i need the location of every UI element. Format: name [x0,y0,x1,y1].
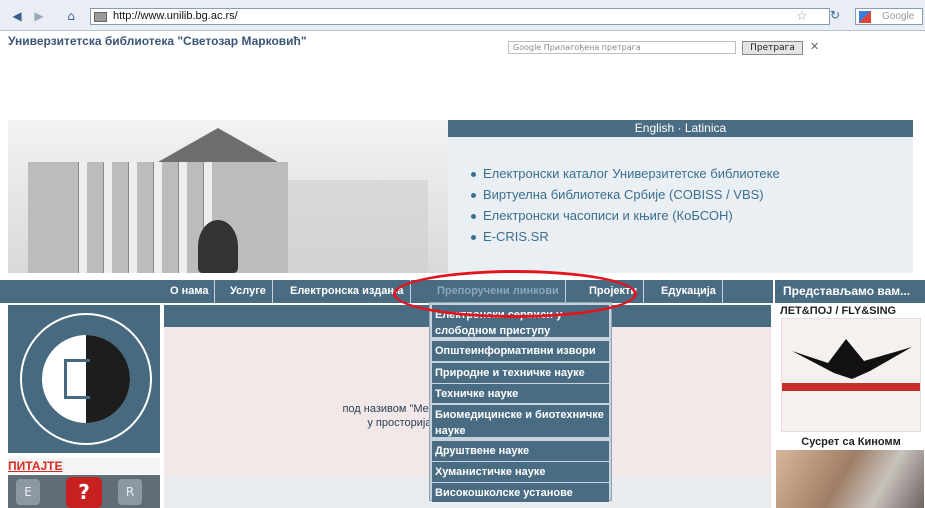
site-title: Универзитетска библиотека "Светозар Марк… [8,34,307,48]
event-poster-image[interactable] [781,318,921,432]
poster-title: ЛЕТ&ПОЈ / FLY&SING [780,305,897,317]
menu-item-social-sciences[interactable]: Друштвене науке [432,441,609,461]
nav-about[interactable]: О нама [170,280,216,303]
back-icon[interactable]: ◀ [8,8,26,24]
reload-icon[interactable]: ↻ [830,9,840,22]
quick-links-panel: English · Latinica Електронски каталог У… [448,120,913,273]
google-icon [859,11,871,23]
address-bar[interactable]: http://www.unilib.bg.ac.rs/ [90,8,830,25]
link-cobiss[interactable]: Виртуелна библиотека Србије (COBISS / VB… [471,184,913,205]
bookmark-star-icon[interactable]: ☆ [796,10,808,23]
recommended-links-menu: Електронски сервиси у слободном приступу… [429,302,612,502]
menu-item-biomedical[interactable]: Биомедицинске и биотехничке науке [432,405,609,437]
featured-heading: Представљамо вам... [773,280,925,303]
link-kobson[interactable]: Електронски часописи и књиге (КоБСОН) [471,205,913,226]
ask-librarian-banner[interactable]: Е ? R [8,475,160,508]
site-search-button[interactable]: Претрага [742,41,803,55]
bullet-icon [471,235,476,241]
question-mark-icon: ? [66,477,102,508]
nav-services[interactable]: Услуге [230,280,273,303]
key-right: R [118,479,142,505]
browser-search-placeholder: Google [882,11,915,22]
browser-toolbar: ◀ ▶ ⌂ http://www.unilib.bg.ac.rs/ ☆ ↻ Go… [0,0,925,31]
menu-item-natural-sciences[interactable]: Природне и техничке науке [432,363,609,383]
bullet-icon [471,172,476,178]
favicon-icon [94,12,107,22]
url-text: http://www.unilib.bg.ac.rs/ [113,10,238,22]
main-nav: О нама Услуге Електронска издања Препору… [0,280,773,303]
nav-education[interactable]: Едукација [661,280,723,303]
menu-item-technical-sciences[interactable]: Техничке науке [432,384,609,403]
menu-item-general-info[interactable]: Општеинформативни извори [432,341,609,361]
highlight-annotation [393,270,637,318]
menu-item-humanities[interactable]: Хуманистичке науке [432,462,609,482]
library-building-image [8,120,448,273]
clear-search-icon[interactable]: ✕ [810,40,819,54]
forward-icon[interactable]: ▶ [30,8,48,24]
home-icon[interactable]: ⌂ [62,8,80,24]
ask-librarian-link[interactable]: ПИТАЈТЕ БИБЛИОТЕКАРА [8,458,160,489]
language-switch[interactable]: English · Latinica [448,120,913,137]
link-catalog[interactable]: Електронски каталог Универзитетске библи… [471,163,913,184]
menu-item-universities[interactable]: Високошколске установе [432,483,609,502]
featured-photo[interactable] [776,450,924,508]
browser-search-input[interactable]: Google [855,8,923,25]
association-logo[interactable] [8,305,160,453]
link-ecris[interactable]: E-CRIS.SR [471,226,913,247]
site-search-input[interactable]: Google Прилагођена претрага [508,41,736,54]
featured-caption[interactable]: Сусрет са Киномм [776,436,925,448]
key-left: Е [16,479,40,505]
bullet-icon [471,214,476,220]
bullet-icon [471,193,476,199]
